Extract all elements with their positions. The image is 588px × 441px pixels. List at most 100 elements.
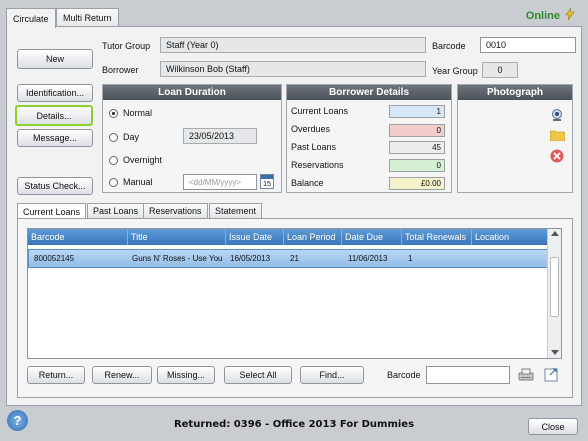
day-date-field: 23/05/2013 (183, 128, 257, 144)
status-check-button[interactable]: Status Check... (17, 177, 93, 195)
button-label: Missing... (166, 370, 205, 380)
delete-icon[interactable] (550, 149, 564, 165)
tab-multi-return[interactable]: Multi Return (56, 8, 119, 27)
radio-normal[interactable]: Normal (109, 108, 152, 118)
radio-day[interactable]: Day (109, 132, 139, 142)
radio-label: Normal (123, 108, 153, 118)
reservations-label: Reservations (291, 160, 344, 170)
tab-label: Circulate (13, 13, 49, 24)
borrower-details-panel: Borrower Details Current Loans 1 Overdue… (286, 84, 452, 193)
col-location[interactable]: Location (472, 229, 548, 245)
webcam-icon[interactable] (550, 108, 564, 124)
col-title[interactable]: Title (128, 229, 226, 245)
folder-icon[interactable] (549, 129, 566, 143)
radio-dot (109, 177, 118, 187)
button-label: Return... (38, 370, 74, 380)
col-loan-period[interactable]: Loan Period (284, 229, 342, 245)
current-loans-value: 1 (389, 105, 445, 118)
tab-label: Statement (215, 206, 257, 216)
details-button[interactable]: Details... (15, 105, 93, 126)
radio-label: Manual (123, 177, 153, 187)
barcode-top-label: Barcode (432, 41, 466, 51)
tab-past-loans[interactable]: Past Loans (87, 203, 145, 218)
borrower-field: Wilkinson Bob (Staff) (160, 61, 426, 77)
barcode-bottom-input[interactable] (426, 366, 510, 384)
table-row[interactable]: 800052145 Guns N' Roses - Use You 16/05/… (28, 249, 548, 268)
reservations-value: 0 (389, 159, 445, 172)
photograph-title: Photograph (458, 85, 572, 100)
col-total-renewals[interactable]: Total Renewals (402, 229, 472, 245)
cell-loan-period: 21 (290, 254, 299, 263)
radio-label: Overnight (123, 155, 163, 165)
radio-label: Day (123, 132, 140, 142)
cell-title: Guns N' Roses - Use You (132, 254, 223, 263)
calendar-day: 15 (263, 181, 271, 188)
close-button[interactable]: Close (528, 418, 578, 435)
scroll-down-icon[interactable] (551, 350, 559, 355)
borrower-details-title: Borrower Details (287, 85, 451, 100)
radio-dot (109, 155, 118, 165)
tab-circulate[interactable]: Circulate (6, 8, 56, 28)
button-label: New (45, 54, 64, 64)
manual-date-input[interactable]: <dd/MM/yyyy> (183, 174, 257, 190)
button-label: Message... (32, 133, 78, 143)
status-message: Returned: 0396 - Office 2013 For Dummies (0, 408, 588, 441)
select-all-button[interactable]: Select All (224, 366, 292, 384)
radio-dot (109, 108, 118, 118)
tutor-group-field: Staff (Year 0) (160, 37, 426, 53)
scroll-up-icon[interactable] (551, 231, 559, 236)
button-label: Status Check... (24, 181, 86, 191)
missing-button[interactable]: Missing... (157, 366, 215, 384)
return-button[interactable]: Return... (27, 366, 85, 384)
overdues-value: 0 (389, 124, 445, 137)
online-label: Online (525, 9, 560, 22)
barcode-top-input[interactable]: 0010 (480, 37, 576, 53)
find-button[interactable]: Find... (300, 366, 364, 384)
radio-dot (109, 132, 118, 142)
year-group-label: Year Group (432, 66, 478, 76)
cell-location (473, 250, 549, 267)
radio-manual[interactable]: Manual (109, 177, 153, 187)
message-button[interactable]: Message... (17, 129, 93, 147)
col-issue-date[interactable]: Issue Date (226, 229, 284, 245)
tab-label: Past Loans (93, 206, 139, 216)
balance-value: £0.00 (389, 177, 445, 190)
table-scrollbar[interactable] (547, 229, 561, 358)
tutor-group-label: Tutor Group (102, 41, 151, 51)
cell-issue-date: 16/05/2013 (230, 254, 271, 263)
scanner-icon[interactable] (518, 367, 534, 384)
tab-statement[interactable]: Statement (209, 203, 263, 218)
barcode-bottom-label: Barcode (387, 370, 421, 380)
col-barcode[interactable]: Barcode (28, 229, 128, 245)
overdues-label: Overdues (291, 124, 331, 134)
button-label: Details... (36, 110, 72, 121)
year-group-field: 0 (482, 62, 518, 78)
renew-button[interactable]: Renew... (92, 366, 152, 384)
tab-label: Reservations (149, 206, 202, 216)
tab-current-loans[interactable]: Current Loans (17, 203, 87, 219)
balance-label: Balance (291, 178, 324, 188)
borrower-label: Borrower (102, 65, 139, 75)
online-status: Online (525, 7, 576, 23)
loans-table: Barcode Title Issue Date Loan Period Dat… (27, 228, 562, 359)
button-label: Renew... (104, 370, 140, 380)
tab-label: Current Loans (23, 206, 81, 217)
cell-date-due: 11/06/2013 (348, 254, 388, 263)
button-label: Find... (319, 370, 345, 380)
status-text: Returned: 0396 - Office 2013 For Dummies (173, 419, 415, 430)
cell-barcode: 800052145 (34, 254, 75, 263)
calendar-header (261, 175, 273, 179)
radio-overnight[interactable]: Overnight (109, 155, 162, 165)
tab-reservations[interactable]: Reservations (143, 203, 208, 218)
scroll-thumb[interactable] (550, 257, 559, 317)
export-icon[interactable] (544, 366, 559, 384)
current-loans-label: Current Loans (291, 106, 349, 116)
identification-button[interactable]: Identification... (17, 84, 93, 102)
col-date-due[interactable]: Date Due (342, 229, 402, 245)
button-label: Close (541, 421, 565, 432)
new-button[interactable]: New (17, 49, 93, 69)
calendar-icon[interactable]: 15 (260, 174, 274, 189)
loan-duration-title: Loan Duration (103, 85, 281, 100)
button-label: Select All (239, 370, 277, 380)
tab-label: Multi Return (63, 13, 112, 23)
